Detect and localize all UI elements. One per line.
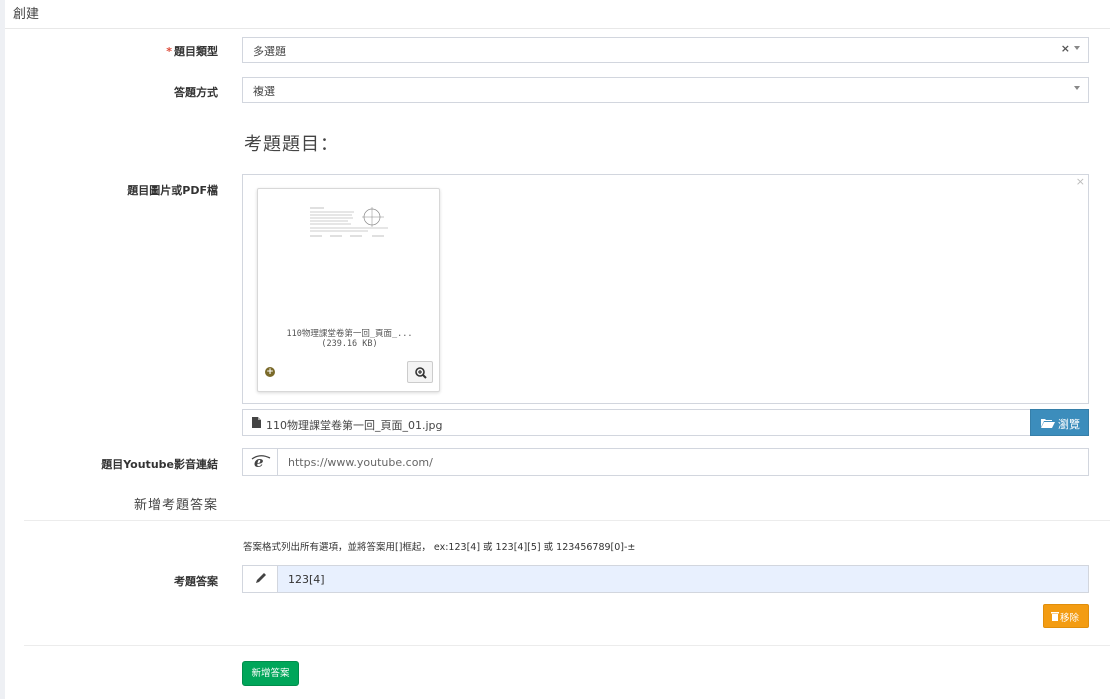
left-rail xyxy=(0,0,5,699)
question-type-value: 多選題 xyxy=(253,45,286,58)
youtube-input-group[interactable]: e https://www.youtube.com/ xyxy=(242,448,1089,476)
dropzone-close-icon[interactable]: × xyxy=(1076,175,1085,188)
remove-answer-button[interactable]: 移除 xyxy=(1043,604,1089,628)
youtube-addon: e xyxy=(243,449,278,475)
answer-mode-select[interactable]: 複選 xyxy=(242,77,1089,103)
folder-open-icon xyxy=(1041,419,1055,428)
page: 創建 * 題目類型 多選題 × 答題方式 複選 考題題目： 題目圖片或PDF檔 × xyxy=(0,0,1110,699)
trash-icon xyxy=(1051,612,1059,621)
selected-file-bar: 110物理課堂卷第一回_頁面_01.jpg 瀏覽 xyxy=(242,409,1089,436)
answer-input[interactable]: 123[4] xyxy=(288,573,325,586)
file-thumbnail-image xyxy=(308,205,394,245)
required-mark: * xyxy=(166,45,172,58)
youtube-url-input[interactable]: https://www.youtube.com/ xyxy=(288,456,433,469)
pencil-icon xyxy=(256,573,266,583)
answers-divider xyxy=(24,520,1110,521)
answer-mode-label: 答題方式 xyxy=(174,86,218,99)
add-answer-button[interactable]: 新增答案 xyxy=(242,661,299,686)
zoom-in-button[interactable] xyxy=(407,361,433,383)
footer-divider xyxy=(24,645,1110,646)
internet-explorer-icon: e xyxy=(251,453,271,471)
browse-label: 瀏覽 xyxy=(1058,418,1080,431)
youtube-label: 題目Youtube影音連結 xyxy=(101,458,218,471)
answer-format-hint: 答案格式列出所有選項，並將答案用[]框起， ex:123[4] 或 123[4]… xyxy=(243,542,636,553)
answer-input-group[interactable]: 123[4] xyxy=(242,565,1089,593)
chevron-down-icon xyxy=(1074,86,1080,90)
chevron-down-icon xyxy=(1074,46,1080,50)
answer-mode-value: 複選 xyxy=(253,85,275,98)
page-header: 創建 xyxy=(5,0,1110,29)
file-icon xyxy=(252,417,261,428)
answers-heading: 新增考題答案 xyxy=(133,498,218,513)
file-preview-card: 110物理課堂卷第一回_頁面_... (239.16 KB) + xyxy=(257,188,440,392)
question-type-label: * 題目類型 xyxy=(166,43,218,59)
preview-file-name: 110物理課堂卷第一回_頁面_... xyxy=(286,329,413,339)
answer-addon xyxy=(243,566,278,592)
preview-file-size: (239.16 KB) xyxy=(321,339,378,349)
clear-selection-icon[interactable]: × xyxy=(1061,42,1070,55)
selected-file-name: 110物理課堂卷第一回_頁面_01.jpg xyxy=(266,419,443,432)
plus-circle-icon: + xyxy=(265,367,275,377)
image-dropzone[interactable]: × 110物理課堂卷第一回_頁面_... (239.16 KB) + xyxy=(242,174,1089,404)
browse-button[interactable]: 瀏覽 xyxy=(1030,409,1089,436)
question-type-select[interactable]: 多選題 × xyxy=(242,37,1089,63)
zoom-in-icon xyxy=(415,367,427,379)
remove-label: 移除 xyxy=(1060,613,1080,624)
image-upload-label: 題目圖片或PDF檔 xyxy=(127,184,218,197)
question-type-label-text: 題目類型 xyxy=(174,45,218,58)
answer-label: 考題答案 xyxy=(174,575,218,588)
page-title: 創建 xyxy=(13,7,40,22)
question-section-title: 考題題目： xyxy=(244,134,339,155)
